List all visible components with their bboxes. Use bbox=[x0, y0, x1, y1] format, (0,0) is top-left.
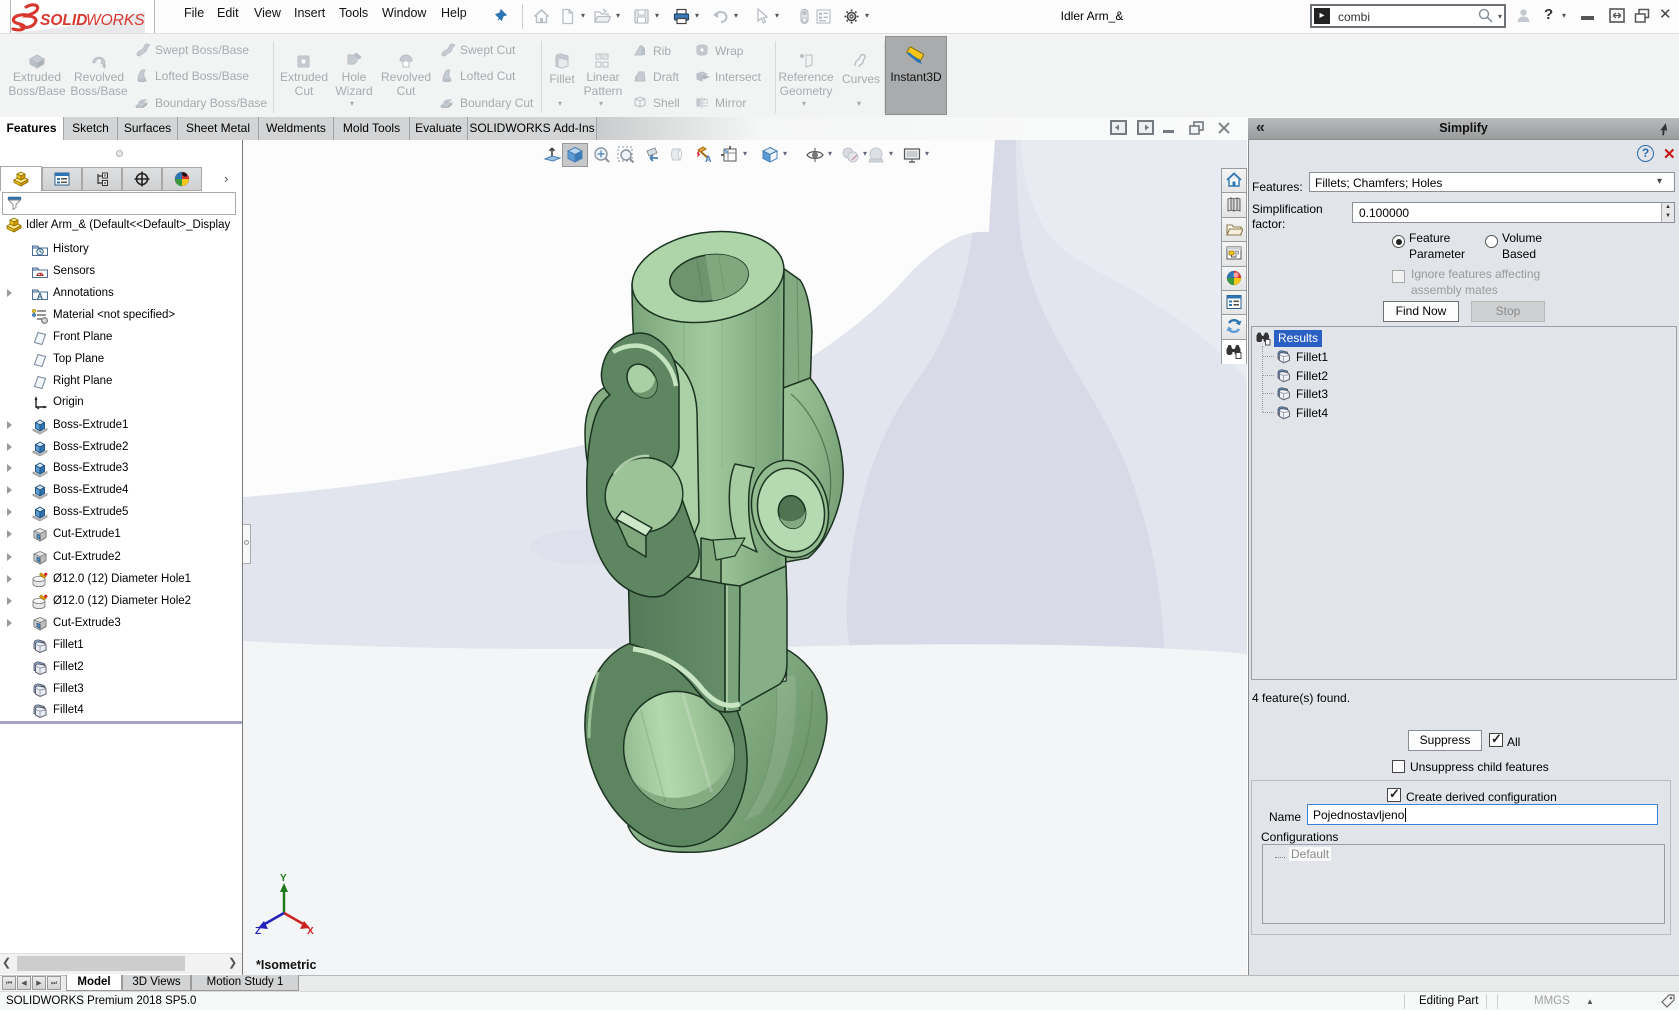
svg-text:X: X bbox=[307, 926, 314, 937]
svg-text:Y: Y bbox=[280, 873, 287, 884]
svg-text:*Isometric: *Isometric bbox=[256, 958, 316, 972]
svg-text:A: A bbox=[705, 154, 712, 164]
svg-text:SOLID: SOLID bbox=[40, 12, 87, 29]
svg-text:A: A bbox=[37, 290, 43, 300]
svg-text:Z: Z bbox=[255, 926, 261, 937]
svg-text:WORKS: WORKS bbox=[86, 12, 145, 29]
